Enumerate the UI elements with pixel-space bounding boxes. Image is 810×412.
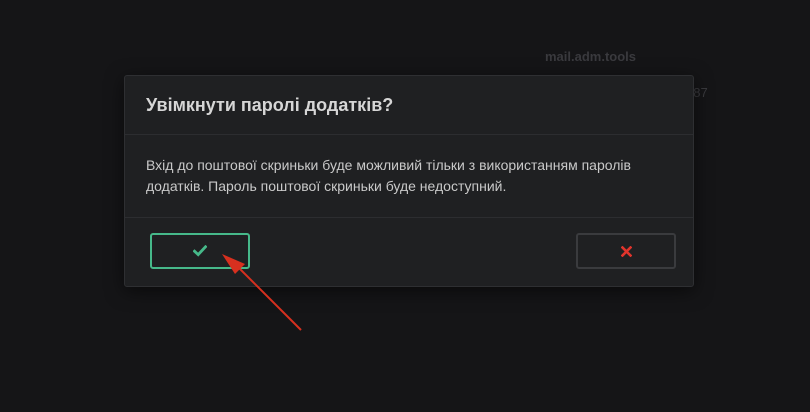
dialog-footer — [125, 218, 693, 286]
dialog-header: Увімкнути паролі додатків? — [125, 76, 693, 135]
dialog-body: Вхід до поштової скриньки буде можливий … — [125, 135, 693, 218]
dialog-message: Вхід до поштової скриньки буде можливий … — [146, 157, 631, 194]
page-backdrop: mail.adm.tools 587 Увімкнути паролі дода… — [0, 0, 810, 412]
dialog-title: Увімкнути паролі додатків? — [146, 95, 394, 115]
confirm-dialog: Увімкнути паролі додатків? Вхід до пошто… — [124, 75, 694, 287]
confirm-button[interactable] — [150, 233, 250, 269]
check-icon — [193, 245, 207, 257]
close-icon — [620, 245, 632, 257]
background-host-label: mail.adm.tools — [545, 49, 637, 64]
cancel-button[interactable] — [576, 233, 676, 269]
